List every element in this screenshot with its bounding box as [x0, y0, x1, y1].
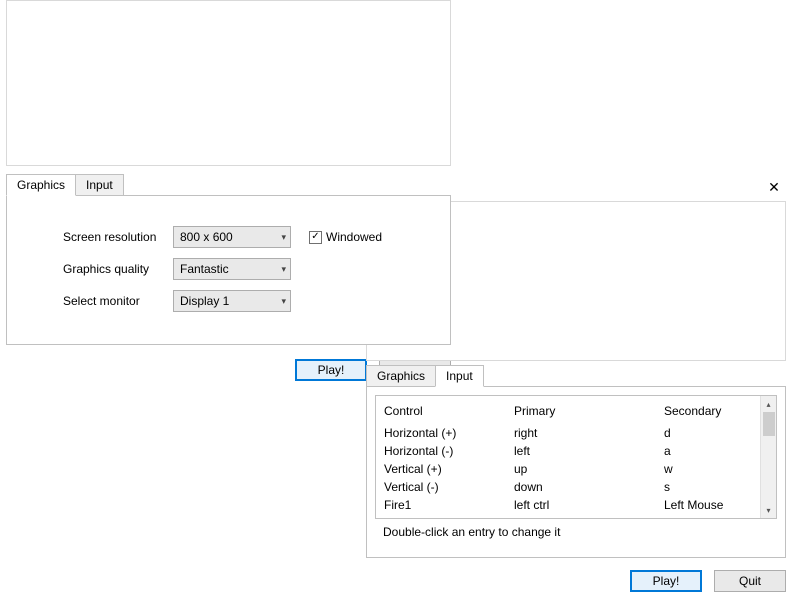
- preview-area: [6, 0, 451, 166]
- table-row[interactable]: Vertical (-) down s: [384, 478, 752, 496]
- cell-secondary: w: [664, 462, 752, 476]
- scroll-thumb[interactable]: [763, 412, 775, 436]
- windowed-checkbox[interactable]: ✓: [309, 231, 322, 244]
- tab-bar: Graphics Input: [366, 365, 786, 387]
- tab-input[interactable]: Input: [75, 174, 124, 196]
- table-row[interactable]: Fire1 left ctrl Left Mouse: [384, 496, 752, 514]
- cell-secondary: Left Mouse: [664, 498, 752, 512]
- resolution-value: 800 x 600: [180, 230, 233, 244]
- col-control: Control: [384, 404, 514, 418]
- quality-value: Fantastic: [180, 262, 229, 276]
- monitor-label: Select monitor: [63, 294, 173, 308]
- resolution-select[interactable]: 800 x 600 ▾: [173, 226, 291, 248]
- cell-control: Horizontal (+): [384, 426, 514, 440]
- cell-primary: left: [514, 444, 664, 458]
- scroll-up-icon[interactable]: ▴: [761, 396, 776, 412]
- col-secondary: Secondary: [664, 404, 752, 418]
- quality-select[interactable]: Fantastic ▾: [173, 258, 291, 280]
- cell-primary: right: [514, 426, 664, 440]
- graphics-tab-page: Screen resolution 800 x 600 ▾ ✓ Windowed…: [6, 195, 451, 345]
- cell-primary: down: [514, 480, 664, 494]
- table-row[interactable]: Horizontal (+) right d: [384, 424, 752, 442]
- cell-secondary: s: [664, 480, 752, 494]
- cell-primary: up: [514, 462, 664, 476]
- table-header: Control Primary Secondary: [384, 402, 752, 420]
- play-button[interactable]: Play!: [630, 570, 702, 592]
- cell-control: Fire1: [384, 498, 514, 512]
- cell-primary: left ctrl: [514, 498, 664, 512]
- quality-label: Graphics quality: [63, 262, 173, 276]
- scrollbar[interactable]: ▴ ▾: [760, 396, 776, 518]
- cell-control: Vertical (-): [384, 480, 514, 494]
- table-row[interactable]: Horizontal (-) left a: [384, 442, 752, 460]
- bindings-table: Control Primary Secondary Horizontal (+)…: [375, 395, 777, 519]
- cell-control: Vertical (+): [384, 462, 514, 476]
- input-tab-page: Control Primary Secondary Horizontal (+)…: [366, 386, 786, 558]
- table-row[interactable]: Vertical (+) up w: [384, 460, 752, 478]
- chevron-down-icon: ▾: [281, 264, 286, 275]
- play-button[interactable]: Play!: [295, 359, 367, 381]
- windowed-label: Windowed: [326, 230, 382, 244]
- monitor-select[interactable]: Display 1 ▾: [173, 290, 291, 312]
- col-primary: Primary: [514, 404, 664, 418]
- cell-control: Horizontal (-): [384, 444, 514, 458]
- chevron-down-icon: ▾: [281, 296, 286, 307]
- tab-input[interactable]: Input: [435, 365, 484, 387]
- quit-button[interactable]: Quit: [714, 570, 786, 592]
- chevron-down-icon: ▾: [281, 232, 286, 243]
- tab-graphics[interactable]: Graphics: [366, 365, 436, 387]
- resolution-label: Screen resolution: [63, 230, 173, 244]
- hint-text: Double-click an entry to change it: [375, 519, 777, 549]
- close-icon[interactable]: ✕: [760, 177, 788, 197]
- cell-secondary: a: [664, 444, 752, 458]
- scroll-down-icon[interactable]: ▾: [761, 502, 776, 518]
- monitor-value: Display 1: [180, 294, 229, 308]
- tab-graphics[interactable]: Graphics: [6, 174, 76, 196]
- cell-secondary: d: [664, 426, 752, 440]
